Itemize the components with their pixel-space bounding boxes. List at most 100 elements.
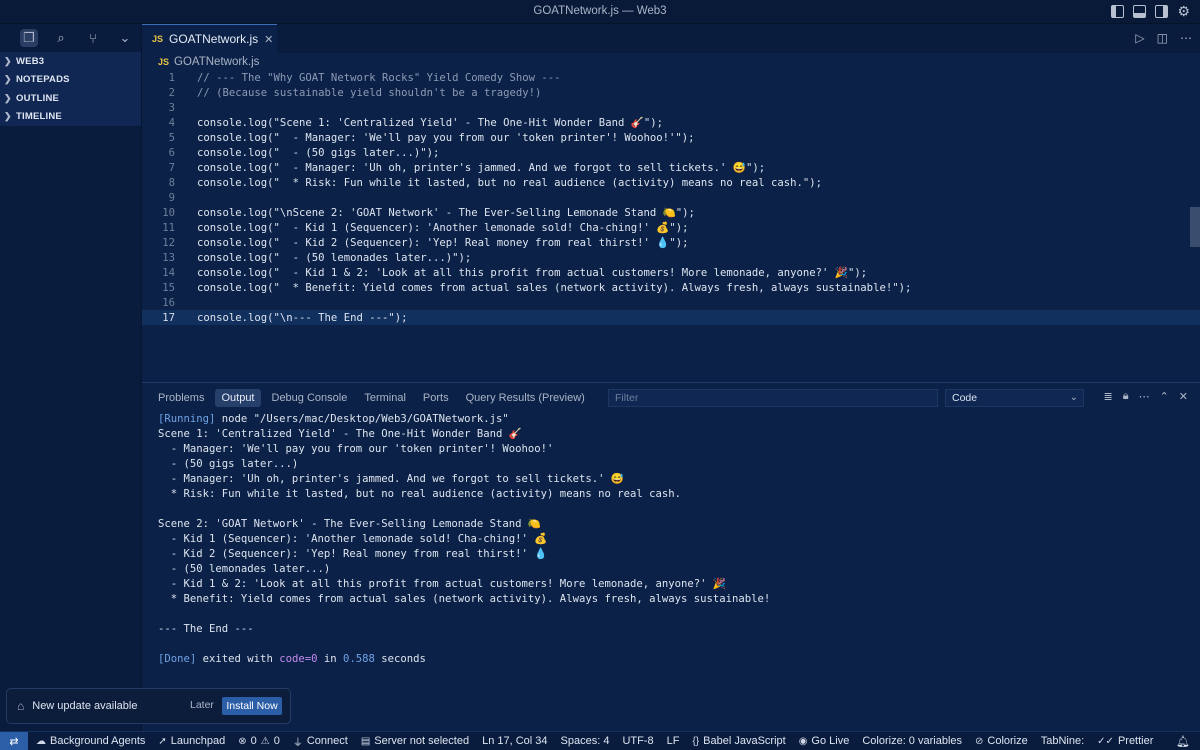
later-button[interactable]: Later — [190, 699, 214, 711]
colorize-item[interactable]: ⊘ Colorize — [975, 735, 1028, 747]
section-label: NOTEPADS — [16, 74, 70, 86]
line-number: 9 — [168, 191, 175, 204]
code-area[interactable]: 1 // --- The "Why GOAT Network Rocks" Yie… — [142, 70, 1200, 325]
code-line[interactable]: 14 console.log(" - Kid 1 & 2: 'Look at al… — [142, 265, 1200, 280]
running-command: node "/Users/mac/Desktop/Web3/GOATNetwor… — [215, 412, 509, 425]
tab-query-results[interactable]: Query Results (Preview) — [460, 389, 591, 407]
js-file-icon: JS — [152, 34, 164, 44]
code-line[interactable]: 2 // (Because sustainable yield shouldn't… — [142, 85, 1200, 100]
sidebar-section-web3[interactable]: ❯ WEB3 — [0, 52, 141, 71]
breadcrumb-file[interactable]: GOATNetwork.js — [174, 56, 259, 68]
line-number: 10 — [162, 206, 175, 219]
close-icon[interactable]: ✕ — [264, 33, 273, 46]
filter-input[interactable]: Filter — [608, 389, 938, 407]
language-mode[interactable]: {} Babel JavaScript — [692, 735, 785, 747]
code-line[interactable]: 10 console.log("\nScene 2: 'GOAT Network'… — [142, 205, 1200, 220]
line-text: console.log(" - Kid 2 (Sequencer): 'Yep!… — [197, 237, 689, 249]
running-line: [Running] node "/Users/mac/Desktop/Web3/… — [158, 411, 770, 426]
output-line: * Risk: Fun while it lasted, but no real… — [158, 487, 681, 500]
code-line[interactable]: 15 console.log(" * Benefit: Yield comes f… — [142, 280, 1200, 295]
go-live-item[interactable]: ◉ Go Live — [799, 735, 850, 747]
status-bar: ⇄ ☁ Background Agents ➚ Launchpad ⊗ 0 ⚠ 0 ⏚ Co… — [0, 731, 1200, 750]
close-panel-icon[interactable]: ✕ — [1179, 390, 1188, 403]
go-live-label: Go Live — [811, 735, 850, 747]
line-number: 8 — [168, 176, 175, 189]
toggle-primary-sidebar-icon[interactable] — [1111, 5, 1125, 18]
sidebar-section-notepads[interactable]: ❯ NOTEPADS — [0, 71, 141, 90]
output-channel-select[interactable]: Code ⌄ — [945, 389, 1084, 407]
sidebar-section-outline[interactable]: ❯ OUTLINE — [0, 89, 141, 108]
code-line[interactable]: 12 console.log(" - Kid 2 (Sequencer): 'Ye… — [142, 235, 1200, 250]
code-line[interactable]: 17 console.log("\n--- The End ---"); — [142, 310, 1200, 325]
explorer-icon[interactable]: ❐ — [20, 29, 38, 47]
connect-label: Connect — [306, 735, 348, 747]
more-actions-icon[interactable]: ⋯ — [1139, 390, 1150, 403]
output-content[interactable]: [Running] node "/Users/mac/Desktop/Web3/… — [158, 411, 770, 666]
chevron-down-icon[interactable]: ⌄ — [116, 29, 134, 47]
code-line[interactable]: 8 console.log(" * Risk: Fun while it last… — [142, 175, 1200, 190]
cursor-position[interactable]: Ln 17, Col 34 — [482, 735, 547, 747]
code-line[interactable]: 7 console.log(" - Manager: 'Uh oh, printe… — [142, 160, 1200, 175]
encoding[interactable]: UTF-8 — [622, 735, 653, 747]
background-agents-item[interactable]: ☁ Background Agents — [36, 735, 145, 747]
source-control-icon[interactable]: ⑂ — [84, 29, 102, 47]
launchpad-label: Launchpad — [170, 735, 226, 747]
split-editor-icon[interactable]: ◫ — [1157, 31, 1168, 45]
code-line[interactable]: 3 — [142, 100, 1200, 115]
clear-output-icon[interactable]: ≣ — [1103, 390, 1112, 403]
sidebar-section-timeline[interactable]: ❯ TIMELINE — [0, 108, 141, 127]
indentation[interactable]: Spaces: 4 — [561, 735, 610, 747]
code-line[interactable]: 13 console.log(" - (50 lemonades later...… — [142, 250, 1200, 265]
launchpad-item[interactable]: ➚ Launchpad — [158, 735, 225, 747]
prettier-item[interactable]: ✓✓ Prettier — [1097, 735, 1153, 747]
output-line: - (50 lemonades later...) — [158, 562, 331, 575]
tab-debug-console[interactable]: Debug Console — [266, 389, 354, 407]
notifications-bell-icon[interactable]: 🔔︎ — [1176, 735, 1190, 748]
search-icon[interactable]: ⌕ — [52, 29, 70, 47]
tab-problems[interactable]: Problems — [152, 389, 210, 407]
lock-icon[interactable]: 🔒︎ — [1123, 390, 1129, 403]
code-line[interactable]: 1 // --- The "Why GOAT Network Rocks" Yie… — [142, 70, 1200, 85]
activity-bar: ❐ ⌕ ⑂ ⌄ — [0, 24, 141, 52]
tab-output[interactable]: Output — [215, 388, 261, 407]
editor-tab-bar: JS GOATNetwork.js ✕ ▷ ◫ ⋯ — [142, 24, 1200, 53]
breadcrumb[interactable]: JS GOATNetwork.js — [142, 53, 1200, 70]
output-line: Scene 2: 'GOAT Network' - The Ever-Selli… — [158, 518, 542, 530]
code-line[interactable]: 5 console.log(" - Manager: 'We'll pay you… — [142, 130, 1200, 145]
connect-item[interactable]: ⏚ Connect — [293, 734, 348, 749]
tab-terminal[interactable]: Terminal — [358, 389, 412, 407]
tab-ports[interactable]: Ports — [417, 389, 455, 407]
more-actions-icon[interactable]: ⋯ — [1180, 31, 1192, 45]
cloud-icon: ☁ — [36, 735, 46, 747]
colorize-variables[interactable]: Colorize: 0 variables — [862, 735, 962, 747]
editor-tab-goatnetwork[interactable]: JS GOATNetwork.js ✕ — [142, 24, 277, 53]
done-suffix: seconds — [374, 652, 426, 665]
server-item[interactable]: ▤ Server not selected — [361, 735, 469, 747]
maximize-panel-icon[interactable]: ⌃ — [1160, 390, 1169, 403]
elapsed-seconds: 0.588 — [343, 652, 375, 665]
error-count: 0 — [250, 735, 257, 747]
remote-indicator-icon[interactable]: ⇄ — [0, 731, 28, 750]
output-line: Scene 1: 'Centralized Yield' - The One-H… — [158, 428, 522, 440]
code-line[interactable]: 4 console.log("Scene 1: 'Centralized Yiel… — [142, 115, 1200, 130]
rocket-icon: ➚ — [158, 735, 167, 747]
tabnine-item[interactable]: TabNine: — [1041, 735, 1084, 747]
code-line[interactable]: 16 — [142, 295, 1200, 310]
problems-item[interactable]: ⊗ 0 ⚠ 0 — [238, 735, 280, 747]
output-channel-value: Code — [952, 392, 978, 404]
line-text: console.log(" - Manager: 'We'll pay you … — [197, 131, 695, 144]
code-line[interactable]: 11 console.log(" - Kid 1 (Sequencer): 'An… — [142, 220, 1200, 235]
settings-gear-icon[interactable]: ⚙ — [1177, 4, 1190, 18]
line-ending[interactable]: LF — [667, 735, 680, 747]
install-now-button[interactable]: Install Now — [222, 697, 282, 715]
editor-scrollbar[interactable] — [1190, 207, 1200, 247]
code-line[interactable]: 9 — [142, 190, 1200, 205]
code-line[interactable]: 6 console.log(" - (50 gigs later...)"); — [142, 145, 1200, 160]
editor: JS GOATNetwork.js ✕ ▷ ◫ ⋯ JS GOATNetwork… — [142, 24, 1200, 382]
chevron-right-icon: ❯ — [4, 111, 12, 122]
toggle-panel-icon[interactable] — [1133, 5, 1147, 18]
run-icon[interactable]: ▷ — [1135, 31, 1144, 45]
toggle-secondary-sidebar-icon[interactable] — [1155, 5, 1169, 18]
